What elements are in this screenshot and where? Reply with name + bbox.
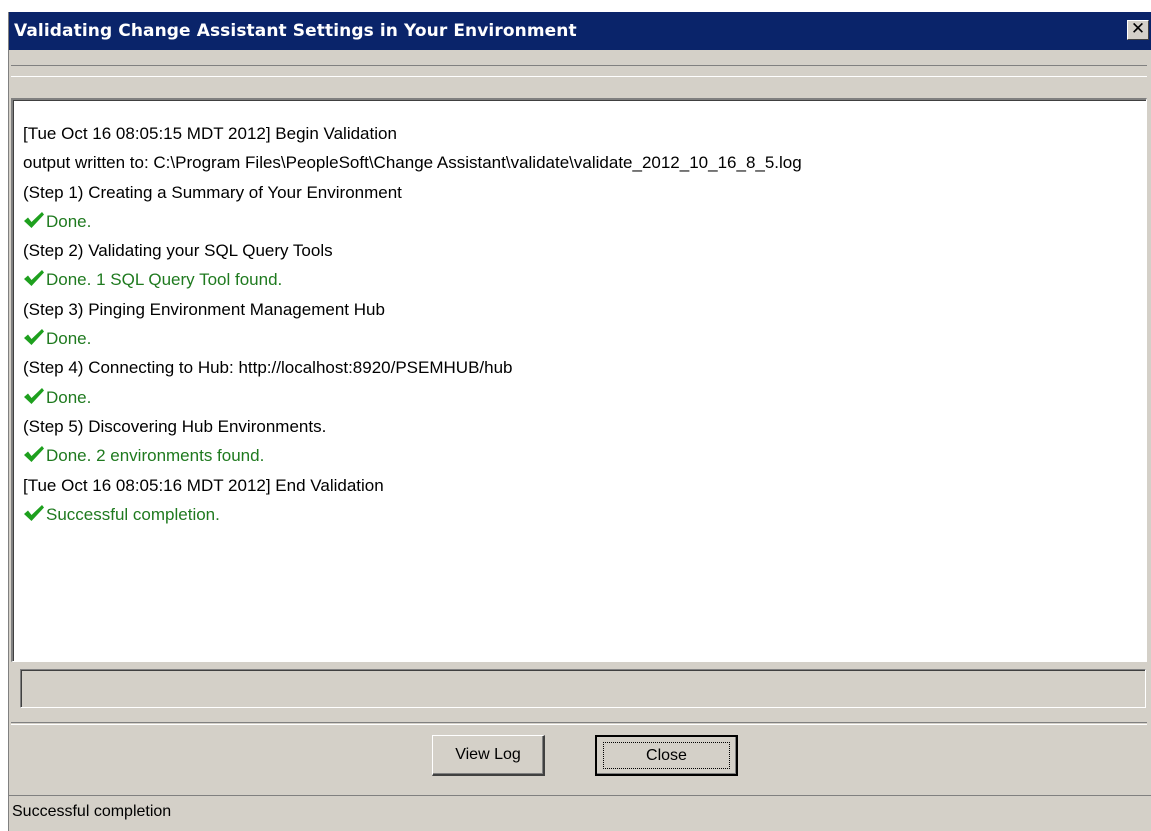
log-line-text: Done. 2 environments found. xyxy=(46,446,265,466)
view-log-button[interactable]: View Log xyxy=(432,735,545,776)
log-line-done: Done. xyxy=(23,207,1146,236)
close-icon: ✕ xyxy=(1130,19,1146,39)
log-line-done: Done. 2 environments found. xyxy=(23,441,1146,470)
log-line-done: Done. xyxy=(23,324,1146,353)
log-line: [Tue Oct 16 08:05:16 MDT 2012] End Valid… xyxy=(23,471,1146,500)
validation-dialog: Validating Change Assistant Settings in … xyxy=(8,12,1151,831)
log-line-text: (Step 3) Pinging Environment Management … xyxy=(23,299,385,319)
close-button[interactable]: Close xyxy=(595,735,738,776)
log-line: (Step 2) Validating your SQL Query Tools xyxy=(23,236,1146,265)
log-line: (Step 1) Creating a Summary of Your Envi… xyxy=(23,178,1146,207)
checkmark-icon xyxy=(23,502,45,521)
progress-field xyxy=(20,669,1146,708)
log-line-done: Done. 1 SQL Query Tool found. xyxy=(23,265,1146,294)
focus-rect: Close xyxy=(603,742,730,769)
status-text: Successful completion xyxy=(12,803,172,820)
log-line-done: Done. xyxy=(23,383,1146,412)
log-line-text: Done. xyxy=(46,387,92,407)
log-line-text: Done. 1 SQL Query Tool found. xyxy=(46,270,283,290)
log-line: [Tue Oct 16 08:05:15 MDT 2012] Begin Val… xyxy=(23,119,1146,148)
window-close-button[interactable]: ✕ xyxy=(1127,20,1149,40)
log-line-text: (Step 5) Discovering Hub Environments. xyxy=(23,416,327,436)
view-log-button-label: View Log xyxy=(455,746,521,763)
log-line: (Step 5) Discovering Hub Environments. xyxy=(23,412,1146,441)
log-line-text: (Step 2) Validating your SQL Query Tools xyxy=(23,241,333,261)
title-bar[interactable]: Validating Change Assistant Settings in … xyxy=(9,12,1151,50)
log-line-text: output written to: C:\Program Files\Peop… xyxy=(23,153,802,173)
log-line-text: [Tue Oct 16 08:05:15 MDT 2012] Begin Val… xyxy=(23,124,397,143)
window-title: Validating Change Assistant Settings in … xyxy=(14,21,577,41)
checkmark-icon xyxy=(23,443,45,463)
log-line: output written to: C:\Program Files\Peop… xyxy=(23,148,1146,177)
bottom-separator xyxy=(11,722,1147,725)
log-line: (Step 4) Connecting to Hub: http://local… xyxy=(23,353,1146,382)
log-line-text: Done. xyxy=(46,211,92,231)
status-bar: Successful completion xyxy=(9,795,1151,831)
log-line-text: Done. xyxy=(46,329,92,349)
log-line: (Step 3) Pinging Environment Management … xyxy=(23,295,1146,324)
log-line-text: (Step 1) Creating a Summary of Your Envi… xyxy=(23,182,402,202)
log-line-done: Successful completion. xyxy=(23,500,1146,529)
validation-log-output[interactable]: [Tue Oct 16 08:05:15 MDT 2012] Begin Val… xyxy=(11,98,1147,662)
checkmark-icon xyxy=(23,267,45,287)
top-separator xyxy=(11,65,1147,77)
log-line-text: (Step 4) Connecting to Hub: http://local… xyxy=(23,358,513,378)
log-line-text: [Tue Oct 16 08:05:16 MDT 2012] End Valid… xyxy=(23,475,384,495)
checkmark-icon xyxy=(23,326,45,346)
close-button-label: Close xyxy=(646,747,687,764)
checkmark-icon xyxy=(23,385,45,404)
log-line-text: Successful completion. xyxy=(46,504,220,524)
checkmark-icon xyxy=(23,209,45,228)
